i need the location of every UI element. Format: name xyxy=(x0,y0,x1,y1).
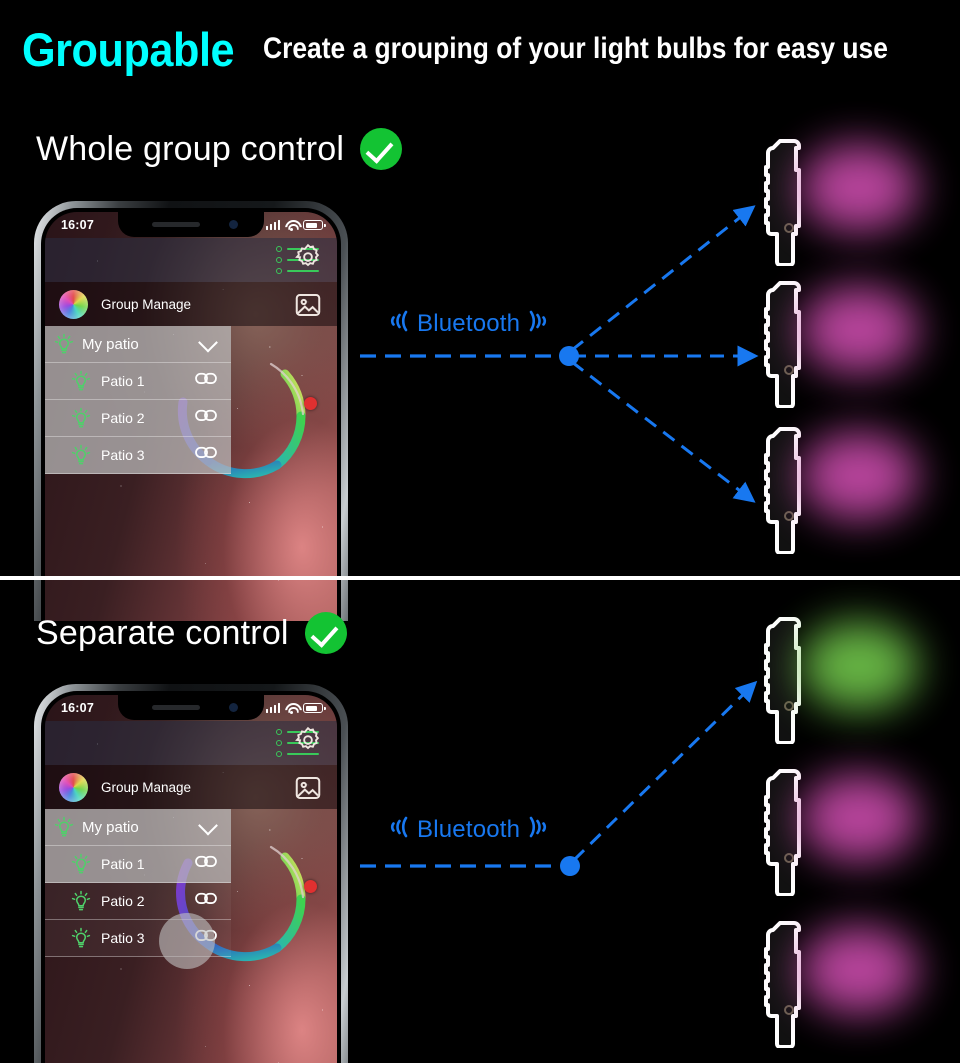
section-title: Whole group control xyxy=(36,129,345,168)
battery-icon xyxy=(303,703,326,713)
gear-icon[interactable] xyxy=(293,242,323,277)
bulb-icon xyxy=(71,444,91,466)
phone-mockup-group: 16:07 Group Manage My patio Patio 1 Pati… xyxy=(34,201,348,621)
front-camera xyxy=(229,220,238,229)
bulb-glow xyxy=(800,144,918,232)
bulb-glow xyxy=(800,286,918,374)
list-item[interactable]: Patio 1 xyxy=(45,846,231,883)
light-bulb-1 xyxy=(764,138,918,267)
group-manage-label: Group Manage xyxy=(101,296,192,312)
front-camera xyxy=(229,703,238,712)
phone-mockup-separate: 16:07 Group Manage My patio Patio 1 Pati… xyxy=(34,684,348,1063)
light-bulb-2 xyxy=(764,280,918,409)
list-item-label: Patio 3 xyxy=(101,447,145,463)
color-ring-handle[interactable] xyxy=(304,880,317,893)
list-item[interactable]: Patio 3 xyxy=(45,437,231,474)
section-title-row: Separate control xyxy=(36,612,347,654)
gear-icon[interactable] xyxy=(293,725,323,760)
chevron-down-icon[interactable] xyxy=(198,815,218,836)
page-header: Groupable Create a grouping of your ligh… xyxy=(0,0,960,98)
bulb-glow xyxy=(800,926,918,1014)
status-time: 16:07 xyxy=(61,701,94,715)
link-icon[interactable] xyxy=(195,892,217,911)
bulb-icon xyxy=(71,927,91,949)
phone-screen: 16:07 Group Manage My patio Patio 1 Pati… xyxy=(45,695,337,1063)
image-icon[interactable] xyxy=(293,773,323,808)
light-bulb-2 xyxy=(764,768,918,897)
color-wheel-icon xyxy=(59,772,88,802)
section-title: Separate control xyxy=(36,613,289,652)
group-header-my-patio[interactable]: My patio xyxy=(45,809,231,846)
link-icon[interactable] xyxy=(195,446,217,465)
promo-page: Groupable Create a grouping of your ligh… xyxy=(0,0,960,1063)
link-icon[interactable] xyxy=(195,372,217,391)
chevron-down-icon[interactable] xyxy=(198,332,218,353)
bulb-icon xyxy=(71,890,91,912)
check-circle-icon xyxy=(304,612,347,654)
bluetooth-waves-left-icon xyxy=(383,813,411,846)
phone-bezel: 16:07 Group Manage My patio Patio 1 Pati… xyxy=(41,691,341,1063)
section-title-row: Whole group control xyxy=(36,128,403,170)
bulb-glow xyxy=(800,622,918,710)
bluetooth-label: Bluetooth xyxy=(417,815,521,843)
bulb-icon xyxy=(71,853,91,875)
list-item-label: Patio 3 xyxy=(101,930,145,946)
phone-screen: 16:07 Group Manage My patio Patio 1 Pati… xyxy=(45,212,337,621)
group-list: My patio Patio 1 Patio 2 Patio 3 xyxy=(45,326,231,474)
list-item[interactable]: Patio 1 xyxy=(45,363,231,400)
list-item-label: Patio 1 xyxy=(101,856,145,872)
link-icon[interactable] xyxy=(195,409,217,428)
list-item[interactable]: Patio 2 xyxy=(45,883,231,920)
phone-notch xyxy=(118,695,264,720)
bulb-icon xyxy=(71,407,91,429)
check-circle-icon xyxy=(360,128,403,170)
status-time: 16:07 xyxy=(61,218,94,232)
page-title: Groupable xyxy=(22,22,235,76)
list-item[interactable]: Patio 2 xyxy=(45,400,231,437)
status-icons xyxy=(265,220,326,231)
touch-indicator xyxy=(159,913,215,969)
light-bulb-1 xyxy=(764,616,918,745)
status-icons xyxy=(265,703,326,714)
list-item-label: Patio 2 xyxy=(101,893,145,909)
phone-notch xyxy=(118,212,264,237)
phone-bezel: 16:07 Group Manage My patio Patio 1 Pati… xyxy=(41,208,341,621)
group-manage-label: Group Manage xyxy=(101,779,192,795)
bluetooth-waves-right-icon xyxy=(526,813,554,846)
bulb-icon xyxy=(54,816,74,838)
bulb-icon xyxy=(54,333,74,355)
group-header-label: My patio xyxy=(82,335,139,353)
bulb-glow xyxy=(800,774,918,862)
list-item-label: Patio 1 xyxy=(101,373,145,389)
image-icon[interactable] xyxy=(293,290,323,325)
group-header-my-patio[interactable]: My patio xyxy=(45,326,231,363)
list-item-label: Patio 2 xyxy=(101,410,145,426)
earpiece-speaker xyxy=(152,705,200,710)
page-subtitle: Create a grouping of your light bulbs fo… xyxy=(262,32,888,65)
bulb-glow xyxy=(800,432,918,520)
wifi-icon xyxy=(285,703,298,714)
bluetooth-indicator-group: Bluetooth xyxy=(383,307,554,340)
bluetooth-indicator-separate: Bluetooth xyxy=(383,813,554,846)
group-header-label: My patio xyxy=(82,818,139,836)
earpiece-speaker xyxy=(152,222,200,227)
bluetooth-label: Bluetooth xyxy=(417,309,521,337)
wifi-icon xyxy=(285,220,298,231)
bluetooth-waves-right-icon xyxy=(526,307,554,340)
link-icon[interactable] xyxy=(195,855,217,874)
light-bulb-3 xyxy=(764,920,918,1049)
light-bulb-3 xyxy=(764,426,918,555)
signal-bars-icon xyxy=(265,703,280,713)
bulb-icon xyxy=(71,370,91,392)
color-ring-handle[interactable] xyxy=(304,397,317,410)
signal-bars-icon xyxy=(265,220,280,230)
color-wheel-icon xyxy=(59,289,88,319)
battery-icon xyxy=(303,220,326,230)
bluetooth-waves-left-icon xyxy=(383,307,411,340)
